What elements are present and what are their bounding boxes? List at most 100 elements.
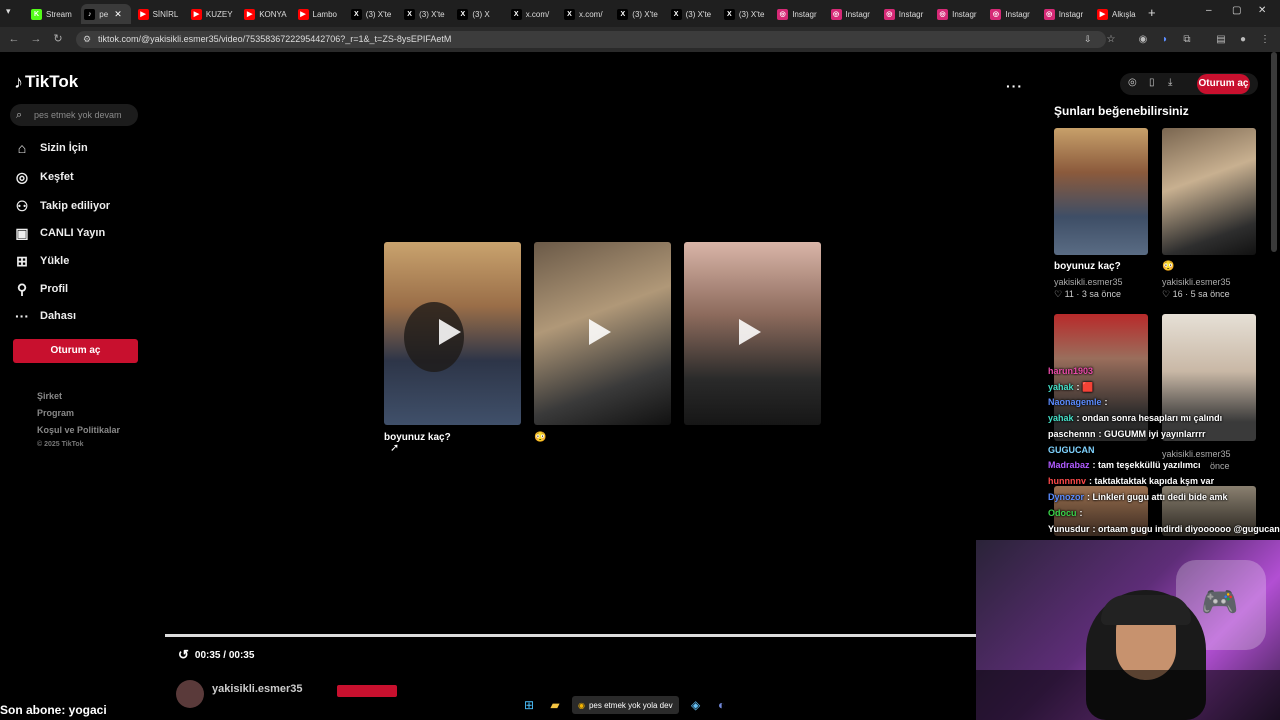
mouse-cursor-icon: ➚	[390, 442, 400, 454]
tab-favicon-icon: ◎	[830, 8, 842, 20]
windows-start-icon[interactable]: ⊞	[520, 696, 538, 714]
chat-username: GUGUCAN	[1048, 445, 1095, 455]
header-login-button[interactable]: Oturum aç	[1197, 74, 1250, 94]
more-icon: ···	[15, 308, 29, 324]
tab-favicon-icon: ▶	[137, 8, 149, 20]
tab-title: KONYA	[259, 9, 287, 19]
compass-icon[interactable]: ◎	[1128, 77, 1137, 88]
browser-tab[interactable]: X (3) X'te	[721, 4, 771, 24]
browser-tab[interactable]: ▶ Alkışla	[1094, 4, 1144, 24]
browser-tab[interactable]: X (3) X'te	[401, 4, 451, 24]
footer-link-program[interactable]: Program	[37, 408, 74, 418]
site-info-icon[interactable]: ⚙	[83, 31, 91, 48]
video-caption[interactable]: 😳	[534, 432, 546, 443]
suggested-video[interactable]	[1054, 128, 1148, 255]
footer-link-company[interactable]: Şirket	[37, 391, 62, 401]
chat-message: GUGUCAN	[1048, 445, 1098, 455]
suggested-caption[interactable]: 😳	[1162, 261, 1174, 272]
discord-icon[interactable]: ◐	[713, 696, 731, 714]
sidebar-item-label: Yükle	[40, 255, 70, 267]
browser-tab[interactable]: X (3) X'te	[614, 4, 664, 24]
suggested-user[interactable]: yakisikli.esmer35	[1054, 277, 1123, 287]
suggested-stats: ♡ 11 · 3 sa önce	[1054, 289, 1121, 299]
tab-favicon-icon: ▶	[1097, 8, 1108, 20]
avatar[interactable]: ●	[1236, 31, 1250, 48]
author-name[interactable]: yakisikli.esmer35	[212, 683, 303, 695]
file-explorer-icon[interactable]: ▰	[546, 696, 564, 714]
new-tab-button[interactable]: +	[1148, 5, 1156, 20]
browser-tab[interactable]: ▶ KONYA	[241, 4, 291, 24]
browser-tab[interactable]: Xx.com/	[561, 4, 611, 24]
suggested-user[interactable]: yakisikli.esmer35	[1162, 449, 1231, 459]
browser-tab[interactable]: ◎ Instagr	[987, 4, 1037, 24]
sidebar-item[interactable]: ◎ Keşfet	[14, 168, 74, 186]
user-follow-icon: ⚇	[15, 197, 29, 214]
sidebar-item[interactable]: ⚲ Profil	[14, 280, 68, 298]
tiktok-logo[interactable]: ♪ TikTok	[14, 70, 78, 94]
download-icon[interactable]: ⤓	[1168, 77, 1172, 88]
video-progress-bar[interactable]	[165, 634, 976, 637]
tab-title: (3) X'te	[685, 9, 712, 19]
browser-tab[interactable]: K Stream	[28, 4, 78, 24]
install-icon[interactable]: ⇩	[1084, 31, 1092, 48]
suggested-caption[interactable]: boyunuz kaç?	[1054, 261, 1121, 272]
minimize-button[interactable]: –	[1206, 5, 1212, 16]
browser-tab[interactable]: ◎ Instagr	[774, 4, 824, 24]
last-subscriber-label: Son abone: yogaci	[0, 703, 107, 717]
more-options-icon[interactable]: ···	[1006, 78, 1023, 94]
browser-tab[interactable]: ◎ Instagr	[881, 4, 931, 24]
browser-tab[interactable]: ◎ Instagr	[1041, 4, 1091, 24]
suggested-user[interactable]: yakisikli.esmer35	[1162, 277, 1231, 287]
footer-link-terms[interactable]: Koşul ve Politikalar	[37, 425, 120, 435]
browser-tab[interactable]: ◎ Instagr	[934, 4, 984, 24]
close-window-button[interactable]: ✕	[1258, 5, 1266, 16]
browser-tab[interactable]: ♪ pe ✕	[81, 4, 132, 24]
back-icon[interactable]: ←	[6, 31, 22, 48]
browser-tab[interactable]: X (3) X	[454, 4, 504, 24]
puzzle-icon[interactable]: ⧉	[1180, 31, 1194, 48]
replay-icon[interactable]: ↺	[178, 647, 189, 663]
tab-list-button[interactable]: ▾	[6, 6, 11, 17]
steam-icon[interactable]: ◈	[687, 696, 705, 714]
extension-icon[interactable]: ◗	[1158, 31, 1172, 48]
tiktok-note-icon: ♪	[14, 71, 23, 92]
phone-icon[interactable]: ▯	[1149, 77, 1155, 88]
browser-tab[interactable]: ▶ KUZEY	[188, 4, 238, 24]
menu-icon[interactable]: ⋮	[1258, 31, 1272, 48]
close-tab-icon[interactable]: ✕	[114, 9, 122, 20]
browser-tab[interactable]: Xx.com/	[508, 4, 558, 24]
maximize-button[interactable]: ▢	[1232, 5, 1241, 16]
sidepanel-icon[interactable]: ▤	[1214, 31, 1228, 48]
browser-tab[interactable]: X (3) X'te	[348, 4, 398, 24]
chat-message: Naonagemle:	[1048, 397, 1108, 407]
login-button[interactable]: Oturum aç	[13, 339, 138, 363]
browser-tab[interactable]: ◎ Instagr	[828, 4, 878, 24]
video-thumbnail[interactable]	[684, 242, 821, 425]
heart-icon: ♡	[1054, 289, 1065, 299]
sidebar-item-label: Sizin İçin	[40, 142, 88, 154]
chat-text: : Linkleri gugu attı dedi bide amk	[1087, 492, 1228, 502]
video-thumbnail[interactable]	[384, 242, 521, 425]
browser-tab[interactable]: ▶ SİNİRL	[135, 4, 185, 24]
author-avatar[interactable]	[176, 680, 204, 708]
browser-tab[interactable]: X (3) X'te	[668, 4, 718, 24]
reload-icon[interactable]: ↻	[50, 31, 66, 48]
browser-tab[interactable]: ▶ Lambo	[295, 4, 345, 24]
url-bar[interactable]: ⚙ tiktok.com/@yakisikli.esmer35/video/75…	[76, 31, 1106, 48]
sidebar-item[interactable]: ⌂ Sizin İçin	[14, 139, 88, 157]
sidebar-item[interactable]: ▣ CANLI Yayın	[14, 224, 105, 242]
chrome-taskbar-item[interactable]: ◉ pes etmek yok yola dev	[572, 696, 679, 714]
extension-icon[interactable]: ◉	[1136, 31, 1150, 48]
compass-icon: ◎	[15, 168, 29, 185]
sidebar-item[interactable]: ⊞ Yükle	[14, 252, 69, 270]
sidebar-item[interactable]: ⚇ Takip ediliyor	[14, 197, 110, 215]
scrollbar[interactable]	[1271, 52, 1277, 252]
play-icon	[589, 319, 611, 345]
search-input[interactable]: ⌕ pes etmek yok devam	[10, 104, 138, 126]
sidebar-item[interactable]: ··· Dahası	[14, 307, 76, 325]
follow-button[interactable]	[337, 685, 397, 697]
bookmark-star-icon[interactable]: ☆	[1104, 31, 1118, 48]
suggested-video[interactable]	[1162, 128, 1256, 255]
forward-icon[interactable]: →	[28, 31, 44, 48]
video-thumbnail[interactable]	[534, 242, 671, 425]
